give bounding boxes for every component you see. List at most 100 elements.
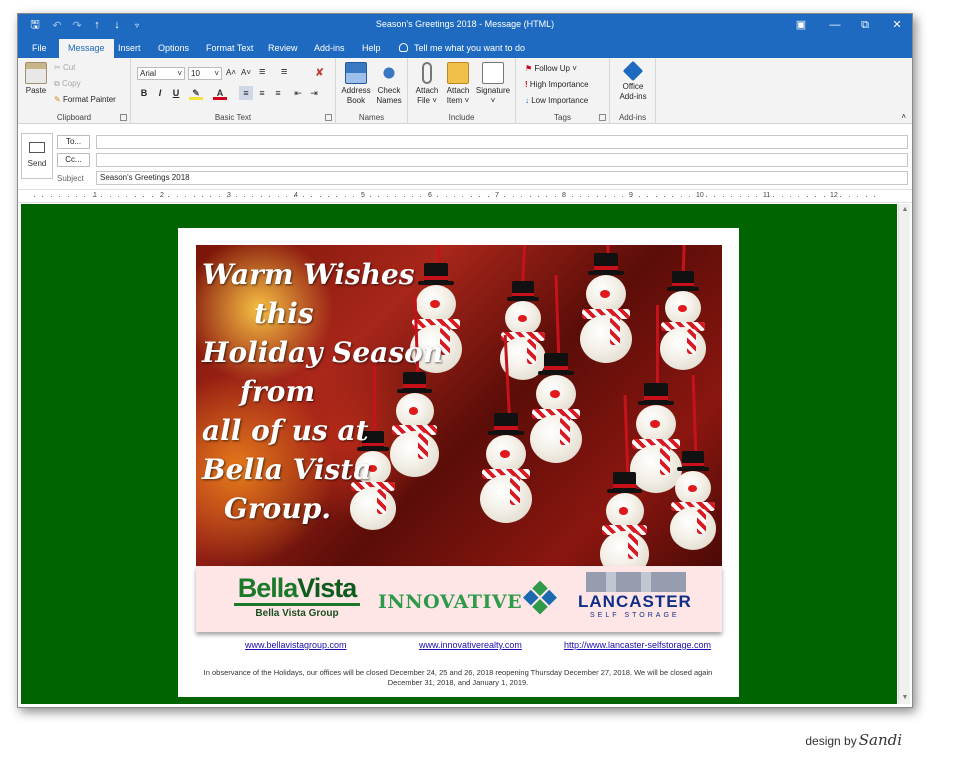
message-body[interactable]: Warm Wishes this Holiday Season from all… bbox=[21, 204, 897, 704]
ribbon-display-options-icon[interactable]: ▣ bbox=[790, 17, 812, 33]
shrink-font-button[interactable]: A˅ bbox=[241, 68, 251, 77]
clear-formatting-icon[interactable]: ✘ bbox=[315, 66, 324, 79]
grow-font-button[interactable]: A˄ bbox=[226, 68, 236, 77]
align-center-icon[interactable]: ≡ bbox=[255, 86, 269, 100]
align-right-icon[interactable]: ≡ bbox=[271, 86, 285, 100]
to-field[interactable] bbox=[96, 135, 908, 149]
tell-me-search[interactable]: Tell me what you want to do bbox=[399, 40, 525, 56]
ruler-tick bbox=[126, 196, 127, 197]
down-arrow-icon: ↓ bbox=[525, 96, 529, 105]
ruler-tick bbox=[219, 196, 220, 197]
tab-add-ins[interactable]: Add-ins bbox=[308, 40, 351, 58]
tab-options[interactable]: Options bbox=[152, 40, 195, 58]
logos-strip: BellaVista Bella Vista Group INNOVATIVE … bbox=[196, 566, 722, 632]
innovative-link[interactable]: www.innovativerealty.com bbox=[419, 640, 522, 650]
attach-item-button[interactable]: Attach Item ˅ bbox=[443, 62, 473, 106]
tab-format-text[interactable]: Format Text bbox=[200, 40, 259, 58]
address-book-icon bbox=[345, 62, 367, 84]
send-envelope-icon bbox=[29, 142, 45, 153]
ruler-tick bbox=[336, 196, 337, 197]
align-left-icon[interactable]: ≡ bbox=[239, 86, 253, 100]
high-importance-button[interactable]: ! High Importance bbox=[525, 80, 589, 89]
basic-text-group-label: Basic Text bbox=[214, 113, 252, 122]
close-icon[interactable]: ✕ bbox=[886, 17, 908, 33]
underline-button[interactable]: U bbox=[169, 86, 183, 100]
ruler-tick bbox=[630, 196, 631, 197]
ruler-tick bbox=[93, 196, 94, 197]
basic-text-launcher-icon[interactable] bbox=[325, 114, 332, 121]
tab-insert[interactable]: Insert bbox=[112, 40, 147, 58]
ruler-tick bbox=[362, 196, 363, 197]
tab-help[interactable]: Help bbox=[356, 40, 387, 58]
font-color-icon[interactable]: A bbox=[213, 86, 227, 100]
ruler-tick bbox=[454, 196, 455, 197]
scroll-up-icon[interactable]: ▲ bbox=[899, 204, 911, 216]
ruler-tick bbox=[34, 196, 35, 197]
email-card: Warm Wishes this Holiday Season from all… bbox=[178, 228, 739, 697]
cut-button[interactable]: ✂ Cut bbox=[54, 63, 75, 72]
highlight-icon[interactable]: ✎ bbox=[189, 86, 203, 100]
format-painter-button[interactable]: ✎ Format Painter bbox=[54, 95, 116, 104]
minimize-icon[interactable]: — bbox=[824, 17, 846, 33]
ruler-tick bbox=[294, 196, 295, 197]
send-button[interactable]: Send bbox=[21, 133, 53, 179]
paste-button[interactable]: Paste bbox=[24, 62, 48, 96]
ruler-tick bbox=[236, 196, 237, 197]
ruler-tick bbox=[664, 196, 665, 197]
collapse-ribbon-icon[interactable]: ˄ bbox=[901, 112, 906, 121]
copy-button[interactable]: ⧉ Copy bbox=[54, 79, 81, 89]
ruler-tick bbox=[185, 196, 186, 197]
bold-button[interactable]: B bbox=[137, 86, 151, 100]
subject-field[interactable]: Season's Greetings 2018 bbox=[96, 171, 908, 185]
office-add-ins-button[interactable]: Office Add-ins bbox=[614, 60, 652, 102]
check-names-button[interactable]: Check Names bbox=[373, 62, 405, 106]
cc-field[interactable] bbox=[96, 153, 908, 167]
low-importance-button[interactable]: ↓ Low Importance bbox=[525, 96, 588, 105]
check-names-icon bbox=[378, 62, 400, 84]
names-group-label: Names bbox=[358, 113, 385, 122]
italic-button[interactable]: I bbox=[153, 86, 167, 100]
ruler-tick bbox=[731, 196, 732, 197]
ruler-tick bbox=[101, 196, 102, 197]
ruler-tick bbox=[756, 196, 757, 197]
ruler-tick bbox=[614, 196, 615, 197]
ruler-tick bbox=[698, 196, 699, 197]
increase-indent-icon[interactable]: ⇥ bbox=[307, 86, 321, 100]
ruler-tick bbox=[462, 196, 463, 197]
ruler-tick bbox=[672, 196, 673, 197]
copy-icon: ⧉ bbox=[54, 79, 60, 88]
address-book-button[interactable]: Address Book bbox=[340, 62, 372, 106]
numbering-icon[interactable]: ≡ bbox=[281, 66, 287, 78]
lancaster-link[interactable]: http://www.lancaster-selfstorage.com bbox=[564, 640, 711, 650]
ruler-tick bbox=[320, 196, 321, 197]
tab-message[interactable]: Message bbox=[59, 39, 114, 58]
tags-launcher-icon[interactable] bbox=[599, 114, 606, 121]
ruler-tick bbox=[639, 196, 640, 197]
clipboard-launcher-icon[interactable] bbox=[120, 114, 127, 121]
bella-vista-logo: BellaVista Bella Vista Group bbox=[234, 574, 360, 628]
ruler-tick bbox=[42, 196, 43, 197]
font-size-select[interactable]: 10 ˅ bbox=[188, 67, 222, 80]
snowman-ornament bbox=[666, 435, 720, 552]
to-button[interactable]: To... bbox=[57, 135, 90, 149]
follow-up-button[interactable]: ⚑ Follow Up ˅ bbox=[525, 64, 577, 73]
subject-label: Subject bbox=[57, 174, 84, 183]
vertical-scrollbar[interactable]: ▲ ▼ bbox=[898, 204, 910, 704]
signature-button[interactable]: Signature ˅ bbox=[474, 62, 512, 106]
ruler-tick bbox=[740, 196, 741, 197]
cc-button[interactable]: Cc... bbox=[57, 153, 90, 167]
ruler-tick bbox=[303, 196, 304, 197]
add-ins-group: Office Add-ins Add-ins bbox=[610, 58, 656, 124]
ruler-tick bbox=[446, 196, 447, 197]
tab-file[interactable]: File bbox=[26, 40, 53, 58]
font-name-select[interactable]: Arial ˅ bbox=[137, 67, 185, 80]
decrease-indent-icon[interactable]: ⇤ bbox=[291, 86, 305, 100]
ruler-tick bbox=[689, 196, 690, 197]
restore-icon[interactable]: ⧉ bbox=[854, 17, 876, 33]
bella-vista-link[interactable]: www.bellavistagroup.com bbox=[245, 640, 347, 650]
flag-icon: ⚑ bbox=[525, 64, 533, 73]
attach-file-button[interactable]: Attach File ˅ bbox=[412, 62, 442, 106]
scroll-down-icon[interactable]: ▼ bbox=[899, 692, 911, 704]
tab-review[interactable]: Review bbox=[262, 40, 304, 58]
bullets-icon[interactable]: ≡ bbox=[259, 66, 265, 78]
